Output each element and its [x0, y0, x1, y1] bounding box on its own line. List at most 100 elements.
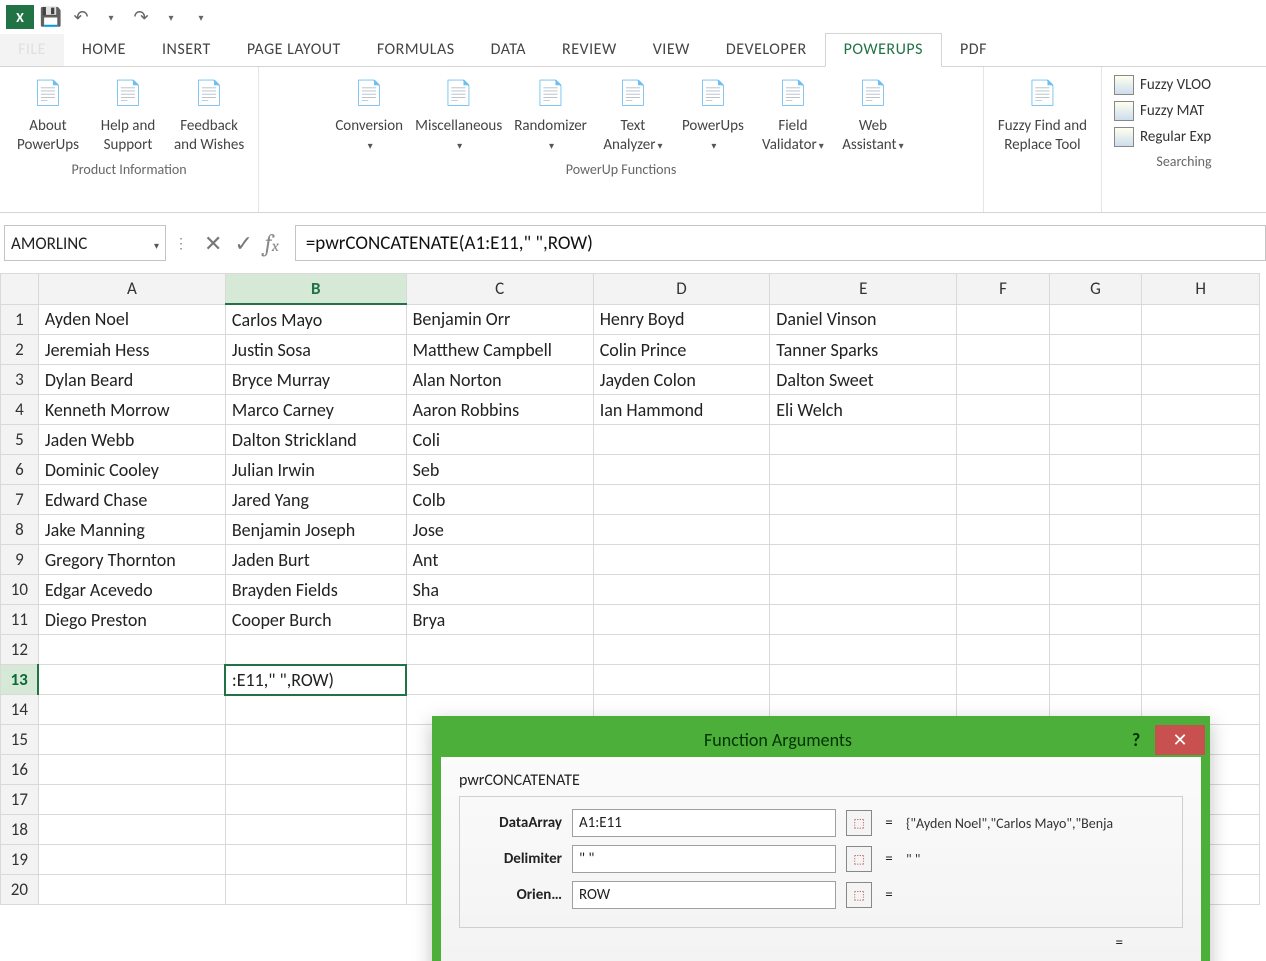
- cell[interactable]: [1142, 304, 1260, 335]
- cell[interactable]: Julian Irwin: [225, 455, 406, 485]
- cell[interactable]: Henry Boyd: [593, 304, 770, 335]
- cell[interactable]: [38, 665, 225, 695]
- cell[interactable]: Matthew Campbell: [406, 335, 593, 365]
- cell[interactable]: Kenneth Morrow: [38, 395, 225, 425]
- cell[interactable]: [1049, 304, 1141, 335]
- cell[interactable]: Edgar Acevedo: [38, 575, 225, 605]
- cell[interactable]: Benjamin Joseph: [225, 515, 406, 545]
- cell[interactable]: Justin Sosa: [225, 335, 406, 365]
- cell[interactable]: Alan Norton: [406, 365, 593, 395]
- tab-formulas[interactable]: FORMULAS: [359, 34, 473, 66]
- cell[interactable]: [1049, 395, 1141, 425]
- cell[interactable]: [957, 635, 1049, 665]
- qat-customize-icon[interactable]: ▾: [188, 4, 214, 30]
- ribbon-btn-help-and-support[interactable]: 📄Help andSupport: [88, 71, 168, 159]
- row-header[interactable]: 10: [1, 575, 39, 605]
- fx-icon[interactable]: fx: [265, 229, 279, 257]
- cell[interactable]: [1142, 515, 1260, 545]
- cell[interactable]: Dylan Beard: [38, 365, 225, 395]
- cell[interactable]: [770, 635, 957, 665]
- tab-data[interactable]: DATA: [473, 34, 544, 66]
- cell[interactable]: [957, 455, 1049, 485]
- ribbon-btn-fuzzy-find-and-replace-tool[interactable]: 📄Fuzzy Find andReplace Tool: [992, 71, 1093, 159]
- cell[interactable]: Colin Prince: [593, 335, 770, 365]
- row-header[interactable]: 12: [1, 635, 39, 665]
- cell[interactable]: [1142, 425, 1260, 455]
- cell[interactable]: Diego Preston: [38, 605, 225, 635]
- row-header[interactable]: 5: [1, 425, 39, 455]
- row-header[interactable]: 15: [1, 725, 39, 755]
- cell[interactable]: [1142, 575, 1260, 605]
- cell[interactable]: [593, 485, 770, 515]
- cell[interactable]: [770, 485, 957, 515]
- cell[interactable]: [1049, 515, 1141, 545]
- range-selector-icon[interactable]: ⬚: [846, 810, 872, 836]
- ribbon-item-fuzzy-vloo[interactable]: Fuzzy VLOO: [1114, 75, 1254, 95]
- range-selector-icon[interactable]: ⬚: [846, 882, 872, 908]
- tab-developer[interactable]: DEVELOPER: [708, 34, 825, 66]
- col-header-C[interactable]: C: [406, 274, 593, 305]
- cell[interactable]: Seb: [406, 455, 593, 485]
- cell[interactable]: [1142, 635, 1260, 665]
- tab-home[interactable]: HOME: [64, 34, 144, 66]
- col-header-E[interactable]: E: [770, 274, 957, 305]
- cell[interactable]: [770, 515, 957, 545]
- range-selector-icon[interactable]: ⬚: [846, 846, 872, 872]
- tab-powerups[interactable]: POWERUPS: [825, 33, 942, 67]
- cell[interactable]: [225, 755, 406, 785]
- col-header-D[interactable]: D: [593, 274, 770, 305]
- redo-dropdown-icon[interactable]: ▾: [158, 4, 184, 30]
- cell[interactable]: [406, 665, 593, 695]
- ribbon-btn-text-analyzer[interactable]: 📄TextAnalyzer: [593, 71, 673, 159]
- cell[interactable]: Jaden Burt: [225, 545, 406, 575]
- cell[interactable]: Ayden Noel: [38, 304, 225, 335]
- row-header[interactable]: 4: [1, 395, 39, 425]
- cell[interactable]: [225, 845, 406, 875]
- cell[interactable]: Eli Welch: [770, 395, 957, 425]
- dialog-titlebar[interactable]: Function Arguments ? ✕: [439, 723, 1203, 757]
- cell[interactable]: [957, 665, 1049, 695]
- tab-page-layout[interactable]: PAGE LAYOUT: [229, 34, 359, 66]
- cell[interactable]: Ant: [406, 545, 593, 575]
- cell[interactable]: [593, 635, 770, 665]
- cancel-formula-icon[interactable]: ✕: [204, 230, 222, 257]
- cell[interactable]: Edward Chase: [38, 485, 225, 515]
- param-input[interactable]: A1:E11: [572, 809, 836, 837]
- cell[interactable]: Gregory Thornton: [38, 545, 225, 575]
- cell[interactable]: [957, 425, 1049, 455]
- cell[interactable]: [593, 575, 770, 605]
- row-header[interactable]: 19: [1, 845, 39, 875]
- col-header-B[interactable]: B: [225, 274, 406, 305]
- cell[interactable]: [38, 845, 225, 875]
- ribbon-btn-conversion[interactable]: 📄Conversion: [329, 71, 409, 159]
- cell[interactable]: [1049, 485, 1141, 515]
- cell[interactable]: [593, 515, 770, 545]
- cell[interactable]: [38, 755, 225, 785]
- cell[interactable]: [593, 665, 770, 695]
- cell[interactable]: [770, 605, 957, 635]
- cell[interactable]: [1049, 455, 1141, 485]
- cell[interactable]: [1049, 605, 1141, 635]
- cell[interactable]: [957, 395, 1049, 425]
- cell[interactable]: Benjamin Orr: [406, 304, 593, 335]
- col-header-F[interactable]: F: [957, 274, 1049, 305]
- row-header[interactable]: 6: [1, 455, 39, 485]
- cell[interactable]: [1142, 455, 1260, 485]
- chevron-down-icon[interactable]: [154, 233, 159, 254]
- cell[interactable]: [1142, 545, 1260, 575]
- cell[interactable]: Daniel Vinson: [770, 304, 957, 335]
- row-header[interactable]: 3: [1, 365, 39, 395]
- row-header[interactable]: 11: [1, 605, 39, 635]
- cell[interactable]: [1049, 545, 1141, 575]
- undo-icon[interactable]: ↶: [68, 4, 94, 30]
- tab-insert[interactable]: INSERT: [144, 34, 229, 66]
- row-header[interactable]: 2: [1, 335, 39, 365]
- cell[interactable]: [593, 455, 770, 485]
- cell[interactable]: Colb: [406, 485, 593, 515]
- row-header[interactable]: 9: [1, 545, 39, 575]
- tab-view[interactable]: VIEW: [635, 34, 708, 66]
- select-all-corner[interactable]: [1, 274, 39, 305]
- cell[interactable]: Brayden Fields: [225, 575, 406, 605]
- row-header[interactable]: 20: [1, 875, 39, 905]
- row-header[interactable]: 1: [1, 304, 39, 335]
